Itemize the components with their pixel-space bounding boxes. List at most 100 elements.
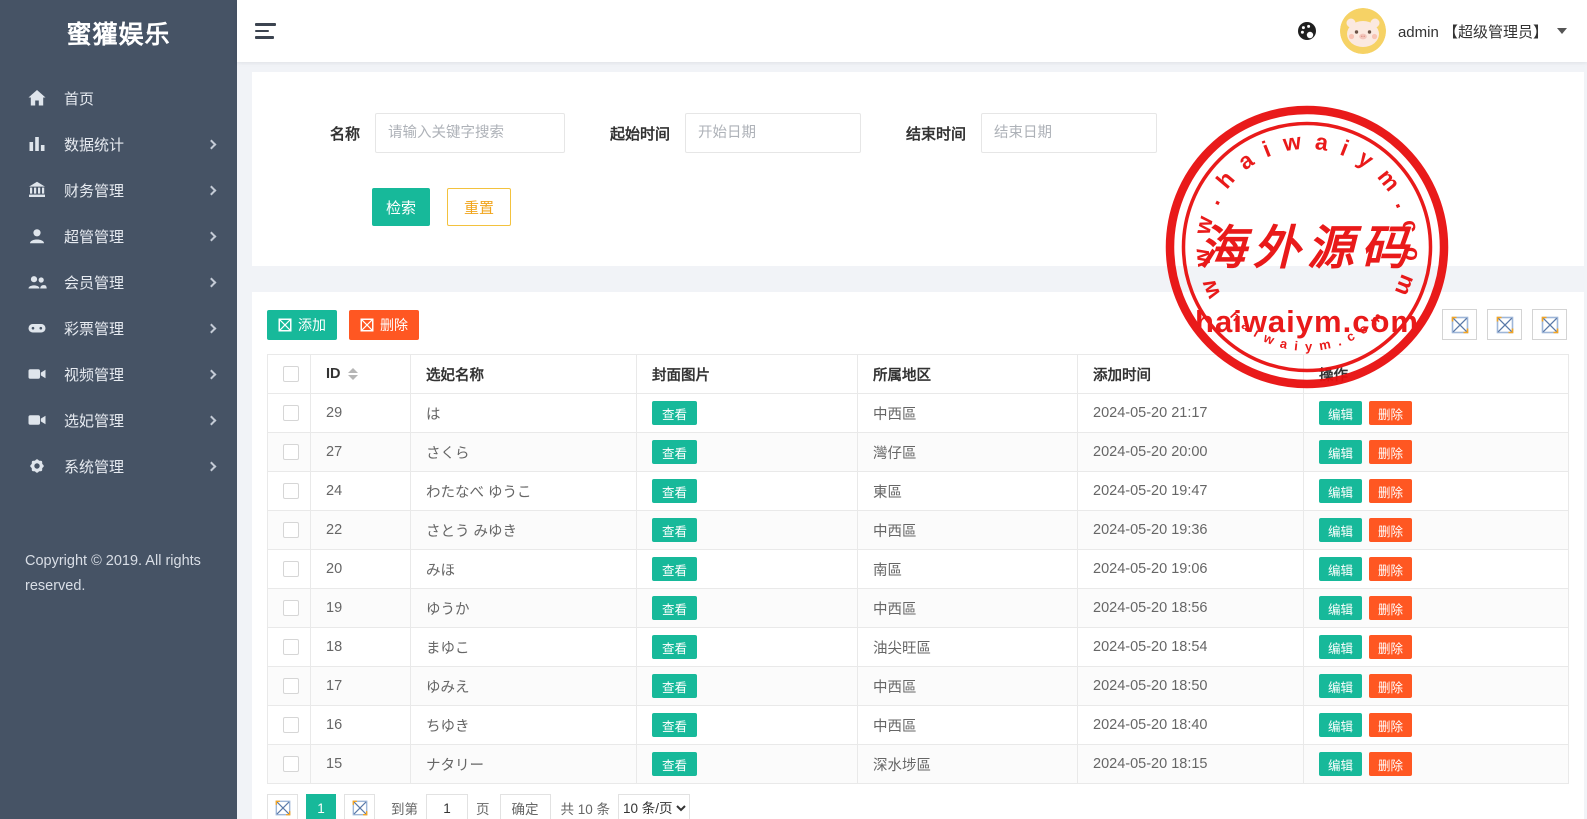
row-checkbox[interactable]: [283, 600, 299, 616]
edit-button[interactable]: 编辑: [1319, 401, 1362, 425]
row-checkbox[interactable]: [283, 483, 299, 499]
add-button[interactable]: 添加: [267, 310, 337, 340]
start-date-input[interactable]: [685, 113, 861, 153]
chevron-right-icon: [207, 185, 217, 195]
edit-button[interactable]: 编辑: [1319, 440, 1362, 464]
cell-region: 中西區: [858, 706, 1078, 745]
view-cover-button[interactable]: 查看: [652, 713, 697, 737]
batch-delete-button[interactable]: 删除: [349, 310, 419, 340]
row-checkbox[interactable]: [283, 639, 299, 655]
prev-page-button[interactable]: [267, 794, 298, 819]
row-checkbox[interactable]: [283, 522, 299, 538]
delete-row-button[interactable]: 删除: [1369, 713, 1412, 737]
search-button[interactable]: 检索: [372, 188, 430, 226]
data-table: ID 选妃名称 封面图片 所属地区 添加时间 操作 29 は: [267, 354, 1569, 784]
name-label: 名称: [330, 123, 360, 144]
goto-page-input[interactable]: [426, 794, 468, 819]
sidebar-item-label: 视频管理: [64, 364, 208, 385]
sidebar-item-concubine[interactable]: 选妃管理: [0, 397, 237, 443]
next-page-button[interactable]: [344, 794, 375, 819]
cell-id: 19: [311, 589, 411, 628]
delete-row-button[interactable]: 删除: [1369, 596, 1412, 620]
cell-region: 灣仔區: [858, 433, 1078, 472]
delete-row-button[interactable]: 删除: [1369, 635, 1412, 659]
cell-name: ゆうか: [411, 589, 637, 628]
sidebar-item-superadmin[interactable]: 超管管理: [0, 213, 237, 259]
view-cover-button[interactable]: 查看: [652, 596, 697, 620]
palette-icon[interactable]: [1296, 20, 1318, 42]
view-cover-button[interactable]: 查看: [652, 518, 697, 542]
edit-button[interactable]: 编辑: [1319, 596, 1362, 620]
delete-row-button[interactable]: 删除: [1369, 518, 1412, 542]
delete-row-button[interactable]: 删除: [1369, 557, 1412, 581]
total-count: 共 10 条: [561, 798, 611, 818]
sidebar-item-lottery[interactable]: 彩票管理: [0, 305, 237, 351]
table-header-row: ID 选妃名称 封面图片 所属地区 添加时间 操作: [268, 355, 1569, 394]
delete-row-button[interactable]: 删除: [1369, 401, 1412, 425]
edit-button[interactable]: 编辑: [1319, 557, 1362, 581]
view-cover-button[interactable]: 查看: [652, 479, 697, 503]
row-checkbox[interactable]: [283, 405, 299, 421]
row-checkbox[interactable]: [283, 561, 299, 577]
edit-button[interactable]: 编辑: [1319, 674, 1362, 698]
add-button-label: 添加: [298, 315, 326, 335]
sidebar-item-members[interactable]: 会员管理: [0, 259, 237, 305]
table-tool-export[interactable]: [1487, 309, 1522, 340]
cell-name: まゆこ: [411, 628, 637, 667]
cell-id: 16: [311, 706, 411, 745]
view-cover-button[interactable]: 查看: [652, 401, 697, 425]
broken-image-icon: [352, 800, 368, 816]
view-cover-button[interactable]: 查看: [652, 674, 697, 698]
edit-button[interactable]: 编辑: [1319, 752, 1362, 776]
row-checkbox[interactable]: [283, 678, 299, 694]
end-date-input[interactable]: [981, 113, 1157, 153]
user-icon: [27, 226, 47, 246]
view-cover-button[interactable]: 查看: [652, 635, 697, 659]
delete-row-button[interactable]: 删除: [1369, 440, 1412, 464]
page-size-select[interactable]: 10 条/页: [618, 794, 690, 819]
view-cover-button[interactable]: 查看: [652, 440, 697, 464]
table-tool-print[interactable]: [1532, 309, 1567, 340]
edit-button[interactable]: 编辑: [1319, 479, 1362, 503]
sidebar-item-home[interactable]: 首页: [0, 75, 237, 121]
sort-icon[interactable]: [348, 368, 358, 380]
table-row: 20 みほ 查看 南區 2024-05-20 19:06 编辑删除: [268, 550, 1569, 589]
avatar[interactable]: [1340, 8, 1386, 54]
chevron-right-icon: [207, 369, 217, 379]
row-checkbox[interactable]: [283, 444, 299, 460]
reset-button[interactable]: 重置: [447, 188, 511, 226]
edit-button[interactable]: 编辑: [1319, 518, 1362, 542]
cell-name: さくら: [411, 433, 637, 472]
broken-image-icon: [360, 318, 374, 332]
delete-row-button[interactable]: 删除: [1369, 752, 1412, 776]
cell-name: ちゆき: [411, 706, 637, 745]
select-all-checkbox[interactable]: [283, 366, 299, 382]
table-row: 18 まゆこ 查看 油尖旺區 2024-05-20 18:54 编辑删除: [268, 628, 1569, 667]
sidebar-item-system[interactable]: 系统管理: [0, 443, 237, 489]
sidebar-item-video[interactable]: 视频管理: [0, 351, 237, 397]
edit-button[interactable]: 编辑: [1319, 713, 1362, 737]
keyword-input[interactable]: [375, 113, 565, 153]
edit-button[interactable]: 编辑: [1319, 635, 1362, 659]
delete-button-label: 删除: [380, 315, 408, 335]
column-id: ID: [326, 366, 341, 382]
table-tool-filter[interactable]: [1442, 309, 1477, 340]
column-region: 所属地区: [873, 368, 931, 384]
table-row: 27 さくら 查看 灣仔區 2024-05-20 20:00 编辑删除: [268, 433, 1569, 472]
view-cover-button[interactable]: 查看: [652, 752, 697, 776]
view-cover-button[interactable]: 查看: [652, 557, 697, 581]
row-checkbox[interactable]: [283, 756, 299, 772]
sidebar-item-statistics[interactable]: 数据统计: [0, 121, 237, 167]
current-page[interactable]: 1: [306, 794, 336, 819]
cell-name: ゆみえ: [411, 667, 637, 706]
cell-time: 2024-05-20 18:50: [1078, 667, 1304, 706]
row-checkbox[interactable]: [283, 717, 299, 733]
chevron-right-icon: [207, 323, 217, 333]
user-menu[interactable]: admin 【超级管理员】: [1398, 21, 1548, 42]
broken-image-icon: [275, 800, 291, 816]
confirm-page-button[interactable]: 确定: [500, 794, 551, 819]
sidebar-item-finance[interactable]: 财务管理: [0, 167, 237, 213]
delete-row-button[interactable]: 删除: [1369, 674, 1412, 698]
delete-row-button[interactable]: 删除: [1369, 479, 1412, 503]
hamburger-icon[interactable]: [255, 23, 277, 39]
